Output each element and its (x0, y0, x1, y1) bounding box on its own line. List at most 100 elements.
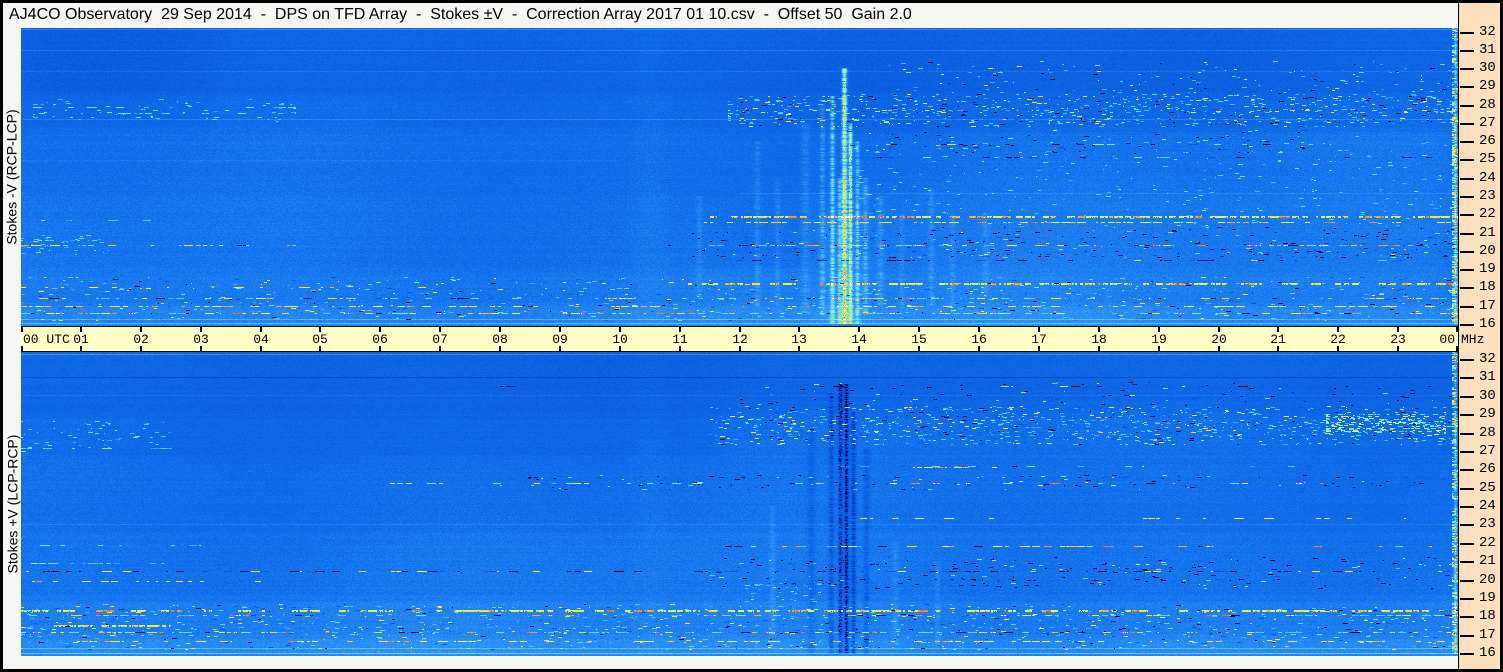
freq-tick (1460, 32, 1474, 34)
time-label-10: 10 (612, 332, 628, 347)
time-label-04: 04 (253, 332, 269, 347)
time-label-01: 01 (73, 332, 89, 347)
time-label-19: 19 (1151, 332, 1167, 347)
frequency-unit-label: MHz (1461, 332, 1485, 347)
freq-label-31: 31 (1479, 42, 1496, 58)
title-bar: AJ4CO Observatory 29 Sep 2014 - DPS on T… (3, 3, 1458, 28)
freq-label-23: 23 (1479, 516, 1496, 532)
time-label-11: 11 (672, 332, 688, 347)
freq-tick (1460, 159, 1474, 161)
freq-label-16: 16 (1479, 316, 1496, 332)
time-label-16: 16 (971, 332, 987, 347)
freq-label-16: 16 (1479, 645, 1496, 661)
freq-label-21: 21 (1479, 225, 1496, 241)
freq-tick (1460, 377, 1474, 379)
freq-tick (1460, 414, 1474, 416)
freq-label-25: 25 (1479, 480, 1496, 496)
time-label-08: 08 (492, 332, 508, 347)
hour-tick (21, 327, 23, 332)
time-label-02: 02 (133, 332, 149, 347)
freq-label-24: 24 (1479, 498, 1496, 514)
spectrogram-stokes-minus-v (21, 28, 1458, 326)
freq-tick (1460, 196, 1474, 198)
freq-tick (1460, 433, 1474, 435)
time-label-12: 12 (732, 332, 748, 347)
freq-label-22: 22 (1479, 206, 1496, 222)
freq-tick (1460, 306, 1474, 308)
frequency-axis: MHz 32 31 30 29 28 27 26 25 24 23 22 21 20 19 18 17 16 32… (1458, 3, 1500, 669)
time-label-start: 00 UTC (23, 332, 70, 347)
freq-label-19: 19 (1479, 261, 1496, 277)
time-label-14: 14 (851, 332, 867, 347)
freq-tick (1460, 598, 1474, 600)
time-label-09: 09 (552, 332, 568, 347)
freq-tick (1460, 543, 1474, 545)
freq-tick (1460, 635, 1474, 637)
freq-tick (1460, 123, 1474, 125)
freq-label-21: 21 (1479, 553, 1496, 569)
freq-tick (1460, 68, 1474, 70)
freq-label-30: 30 (1479, 388, 1496, 404)
time-label-18: 18 (1091, 332, 1107, 347)
freq-label-25: 25 (1479, 151, 1496, 167)
freq-label-17: 17 (1479, 298, 1496, 314)
time-label-17: 17 (1031, 332, 1047, 347)
freq-tick (1460, 616, 1474, 618)
freq-label-28: 28 (1479, 425, 1496, 441)
time-label-21: 21 (1270, 332, 1286, 347)
panel-label-stokes-plus-v: Stokes +V (LCP-RCP) (3, 352, 21, 656)
time-label-07: 07 (432, 332, 448, 347)
freq-tick (1460, 50, 1474, 52)
time-label-22: 22 (1330, 332, 1346, 347)
panel-label-text: Stokes +V (LCP-RCP) (4, 434, 20, 574)
freq-tick (1460, 324, 1474, 326)
freq-tick (1460, 86, 1474, 88)
freq-label-29: 29 (1479, 406, 1496, 422)
spectrogram-stokes-plus-v (21, 352, 1458, 656)
freq-label-27: 27 (1479, 443, 1496, 459)
time-label-15: 15 (911, 332, 927, 347)
time-axis: 00 UTC 00 01 02 03 04 05 06 07 08 09 10 11 12 13 14 15… (21, 326, 1458, 352)
freq-tick (1460, 561, 1474, 563)
freq-tick (1460, 653, 1474, 655)
time-label-20: 20 (1211, 332, 1227, 347)
freq-tick (1460, 233, 1474, 235)
freq-tick (1460, 251, 1474, 253)
freq-tick (1460, 269, 1474, 271)
freq-label-20: 20 (1479, 572, 1496, 588)
page-title: AJ4CO Observatory 29 Sep 2014 - DPS on T… (9, 6, 912, 23)
freq-tick (1460, 287, 1474, 289)
freq-tick (1460, 105, 1474, 107)
panel-label-stokes-minus-v: Stokes -V (RCP-LCP) (3, 28, 21, 326)
time-label-23: 23 (1390, 332, 1406, 347)
time-label-13: 13 (791, 332, 807, 347)
hour-tick (21, 346, 23, 351)
panel-label-text: Stokes -V (RCP-LCP) (4, 109, 21, 245)
freq-label-29: 29 (1479, 78, 1496, 94)
time-label-end: 00 (1439, 332, 1455, 347)
freq-tick (1460, 469, 1474, 471)
freq-tick (1460, 488, 1474, 490)
freq-label-27: 27 (1479, 115, 1496, 131)
freq-tick (1460, 359, 1474, 361)
freq-tick (1460, 580, 1474, 582)
freq-tick (1460, 524, 1474, 526)
freq-label-18: 18 (1479, 279, 1496, 295)
time-label-05: 05 (312, 332, 328, 347)
freq-label-26: 26 (1479, 461, 1496, 477)
freq-label-20: 20 (1479, 243, 1496, 259)
time-label-06: 06 (372, 332, 388, 347)
freq-label-32: 32 (1479, 351, 1496, 367)
freq-label-28: 28 (1479, 97, 1496, 113)
spectrogram-window: AJ4CO Observatory 29 Sep 2014 - DPS on T… (0, 0, 1503, 672)
freq-label-31: 31 (1479, 369, 1496, 385)
freq-tick (1460, 214, 1474, 216)
freq-tick (1460, 141, 1474, 143)
freq-label-24: 24 (1479, 170, 1496, 186)
freq-tick (1460, 451, 1474, 453)
freq-tick (1460, 396, 1474, 398)
bottom-margin (3, 656, 1458, 669)
freq-label-18: 18 (1479, 608, 1496, 624)
freq-label-19: 19 (1479, 590, 1496, 606)
freq-label-22: 22 (1479, 535, 1496, 551)
